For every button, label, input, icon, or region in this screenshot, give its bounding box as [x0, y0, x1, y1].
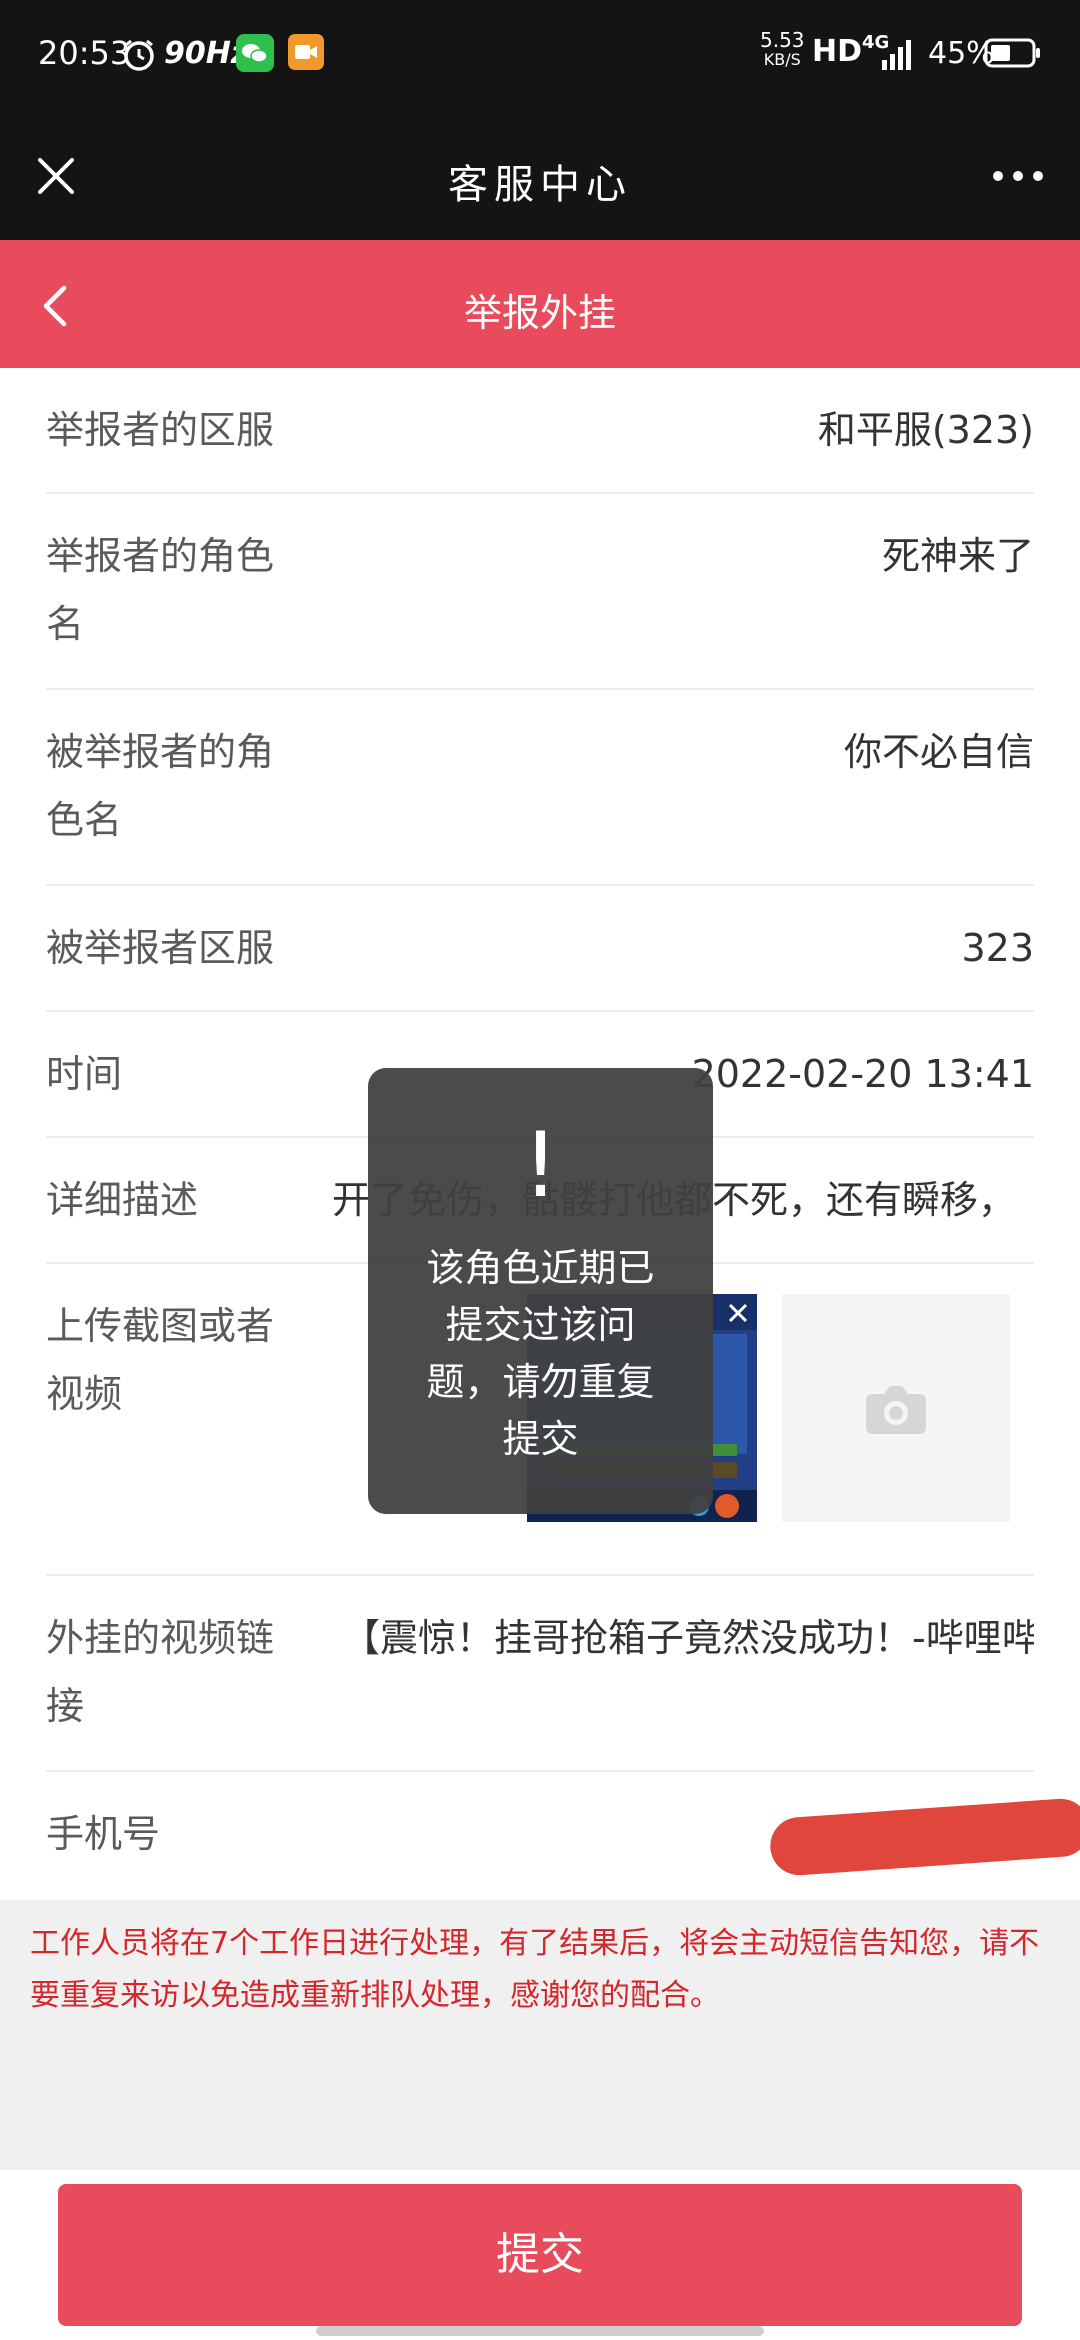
- recorder-icon: [288, 34, 324, 70]
- notice-panel: 工作人员将在7个工作日进行处理，有了结果后，将会主动短信告知您，请不要重复来访以…: [0, 1900, 1080, 2170]
- battery-icon: [984, 38, 1040, 68]
- add-media-button[interactable]: [782, 1294, 1010, 1522]
- hd-indicator: HD: [812, 34, 863, 69]
- row-value: 2022-02-20 13:41: [691, 1052, 1034, 1096]
- row-value: 323: [961, 926, 1034, 970]
- row-label-line2: 视频: [46, 1372, 123, 1416]
- home-indicator: [316, 2326, 764, 2336]
- form-row-reported-role[interactable]: 被举报者的角 色名 你不必自信: [46, 690, 1034, 886]
- row-label: 详细描述: [46, 1178, 199, 1222]
- camera-icon: [866, 1386, 926, 1434]
- status-bar: 20:53 90Hz 5.53 KB/S HD 4G 45%: [0, 0, 1080, 112]
- title-bar: 客服中心: [0, 112, 1080, 240]
- wechat-icon: [236, 34, 274, 72]
- form-row-reporter-server[interactable]: 举报者的区服 和平服(323): [46, 368, 1034, 494]
- row-label-line1: 上传截图或者: [46, 1304, 275, 1348]
- row-value: 你不必自信: [843, 730, 1034, 774]
- form-row-reported-server[interactable]: 被举报者区服 323: [46, 886, 1034, 1012]
- remove-image-icon[interactable]: [723, 1298, 753, 1328]
- row-value: 【震惊！挂哥抢箱子竟然没成功！-哔哩哔: [342, 1616, 1034, 1660]
- more-icon[interactable]: [992, 170, 1044, 182]
- page-title: 客服中心: [448, 162, 632, 208]
- row-label-line1: 外挂的视频链: [46, 1616, 275, 1660]
- row-label: 手机号: [46, 1812, 161, 1856]
- row-label-line1: 举报者的角色: [46, 534, 275, 578]
- status-time: 20:53: [38, 34, 131, 72]
- notice-text: 工作人员将在7个工作日进行处理，有了结果后，将会主动短信告知您，请不要重复来访以…: [30, 1926, 1040, 2013]
- alarm-icon: [124, 39, 154, 71]
- submit-button[interactable]: 提交: [58, 2184, 1022, 2326]
- form-row-reporter-role[interactable]: 举报者的角色 名 死神来了: [46, 494, 1034, 690]
- row-label: 被举报者区服: [46, 926, 275, 970]
- row-label-line2: 色名: [46, 798, 123, 842]
- duplicate-warning-toast: ! 该角色近期已提交过该问题，请勿重复提交: [368, 1068, 713, 1514]
- form-row-video-link[interactable]: 外挂的视频链 接 【震惊！挂哥抢箱子竟然没成功！-哔哩哔: [46, 1576, 1034, 1772]
- row-value: 和平服(323): [817, 408, 1034, 452]
- signal-icon: [882, 40, 911, 70]
- row-label-line2: 名: [46, 602, 85, 646]
- row-label: 时间: [46, 1052, 123, 1096]
- row-value: 死神来了: [881, 534, 1034, 578]
- report-header: 举报外挂: [0, 240, 1080, 368]
- row-label: 举报者的区服: [46, 408, 275, 452]
- net-speed: 5.53 KB/S: [760, 30, 805, 70]
- warning-icon: !: [522, 1113, 559, 1218]
- net-speed-unit: KB/S: [763, 50, 801, 69]
- row-label-line1: 被举报者的角: [46, 730, 275, 774]
- net-speed-value: 5.53: [760, 28, 805, 52]
- row-label-line2: 接: [46, 1684, 85, 1728]
- submit-area: 提交: [0, 2170, 1080, 2340]
- header-title: 举报外挂: [463, 291, 616, 335]
- toast-message: 该角色近期已提交过该问题，请勿重复提交: [426, 1246, 655, 1461]
